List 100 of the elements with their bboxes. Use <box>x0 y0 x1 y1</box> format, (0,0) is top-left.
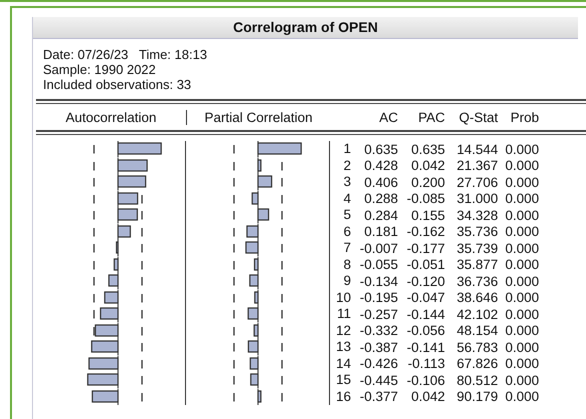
lag-number: 13 <box>329 339 351 356</box>
lag-number: 15 <box>329 372 351 388</box>
column-header: Partial Correlation <box>186 110 330 124</box>
pac-value: -0.120 <box>406 274 445 289</box>
q-stat-value: 42.102 <box>456 306 498 322</box>
ac-value: -0.332 <box>358 323 398 338</box>
ac-value: 0.181 <box>363 224 398 240</box>
pac-value: 0.155 <box>410 208 445 223</box>
pac-value: 0.200 <box>410 174 445 190</box>
pac-value: -0.177 <box>406 240 445 256</box>
ac-value: -0.195 <box>358 290 398 306</box>
partial-correlation-bar <box>246 224 259 238</box>
q-stat-value: 35.877 <box>456 257 498 272</box>
autocorrelation-bar <box>117 224 131 238</box>
lag-number: 14 <box>329 356 351 372</box>
lag-number: 9 <box>329 273 351 290</box>
ac-value: 0.284 <box>363 208 398 223</box>
lag-number: 16 <box>329 388 351 405</box>
column-header: Autocorrelation <box>64 110 158 124</box>
column-header: AC <box>378 110 398 124</box>
q-stat-value: 34.328 <box>456 208 498 223</box>
lag-number: 4 <box>329 190 351 207</box>
prob-value: 0.000 <box>504 372 539 388</box>
prob-value: 0.000 <box>504 224 539 240</box>
prob-value: 0.000 <box>504 142 539 157</box>
lag-number: 10 <box>329 290 351 306</box>
autocorrelation-bar <box>104 290 119 304</box>
pac-value: 0.042 <box>410 389 445 404</box>
autocorrelation-bar <box>114 258 119 270</box>
prob-value: 0.000 <box>504 274 539 289</box>
autocorrelation-bar <box>117 192 138 204</box>
ac-value: 0.635 <box>363 142 398 157</box>
ac-value: -0.377 <box>358 389 398 404</box>
prob-value: 0.000 <box>504 323 539 338</box>
pac-value: -0.047 <box>406 290 445 306</box>
q-stat-value: 31.000 <box>456 191 498 206</box>
prob-value: 0.000 <box>504 240 539 256</box>
ac-value: -0.426 <box>358 356 398 372</box>
pac-value: -0.051 <box>406 257 445 272</box>
prob-value: 0.000 <box>504 191 539 206</box>
pac-value: -0.162 <box>406 224 445 240</box>
ac-value: -0.387 <box>358 340 398 355</box>
column-header: Q-Stat <box>458 110 498 124</box>
autocorrelation-bar <box>88 356 119 370</box>
prob-value: 0.000 <box>504 389 539 404</box>
column-header: PAC <box>417 110 445 124</box>
partial-correlation-bar <box>257 142 302 155</box>
prob-value: 0.000 <box>504 340 539 355</box>
lag-number: 11 <box>329 306 351 322</box>
autocorrelation-bar <box>117 142 162 155</box>
prob-value: 0.000 <box>504 306 539 322</box>
prob-value: 0.000 <box>504 356 539 372</box>
q-stat-value: 56.783 <box>456 340 498 355</box>
ac-value: -0.055 <box>358 257 398 272</box>
partial-correlation-bar <box>254 324 259 336</box>
pac-value: -0.085 <box>406 191 445 206</box>
q-stat-value: 21.367 <box>456 158 498 174</box>
autocorrelation-bar <box>117 158 148 172</box>
window-title: Correlogram of OPEN <box>33 17 578 39</box>
partial-correlation-bar <box>254 258 259 270</box>
prob-value: 0.000 <box>504 158 539 174</box>
prob-value: 0.000 <box>504 290 539 306</box>
q-stat-value: 35.736 <box>456 224 498 240</box>
prob-value: 0.000 <box>504 174 539 190</box>
q-stat-value: 48.154 <box>456 323 498 338</box>
q-stat-value: 67.826 <box>456 356 498 372</box>
q-stat-value: 38.646 <box>456 290 498 306</box>
ac-value: -0.007 <box>358 240 398 256</box>
ac-value: 0.428 <box>363 158 398 174</box>
ac-value: 0.406 <box>363 174 398 190</box>
ac-value: 0.288 <box>363 191 398 206</box>
lag-number: 12 <box>329 322 351 339</box>
q-stat-value: 90.179 <box>456 389 498 404</box>
pac-value: -0.106 <box>406 372 445 388</box>
column-header: Prob <box>509 110 539 124</box>
pac-value: 0.042 <box>410 158 445 174</box>
pac-value: -0.113 <box>406 356 445 372</box>
ac-value: -0.445 <box>358 372 398 388</box>
q-stat-value: 14.544 <box>456 142 498 157</box>
lag-number: 3 <box>329 174 351 190</box>
prob-value: 0.000 <box>504 208 539 223</box>
lag-number: 1 <box>329 141 351 158</box>
autocorrelation-bar <box>94 324 119 336</box>
pac-value: -0.056 <box>406 323 445 338</box>
info-text: Included observations: 33 <box>43 77 192 92</box>
partial-correlation-bar <box>257 158 262 172</box>
partial-correlation-bar <box>250 356 259 370</box>
lag-number: 2 <box>329 158 351 174</box>
q-stat-value: 27.706 <box>456 174 498 190</box>
pac-value: -0.144 <box>406 306 445 322</box>
lag-number: 7 <box>329 240 351 256</box>
lag-number: 8 <box>329 256 351 273</box>
ac-value: -0.257 <box>358 306 398 322</box>
partial-correlation-bar <box>254 290 259 304</box>
info-text: Sample: 1990 2022 <box>43 62 157 77</box>
lag-number: 6 <box>329 224 351 240</box>
autocorrelation-bar <box>92 390 119 402</box>
q-stat-value: 80.512 <box>456 372 498 388</box>
info-text: Date: 07/26/23 Time: 18:13 <box>43 47 208 62</box>
pac-value: 0.635 <box>410 142 445 157</box>
